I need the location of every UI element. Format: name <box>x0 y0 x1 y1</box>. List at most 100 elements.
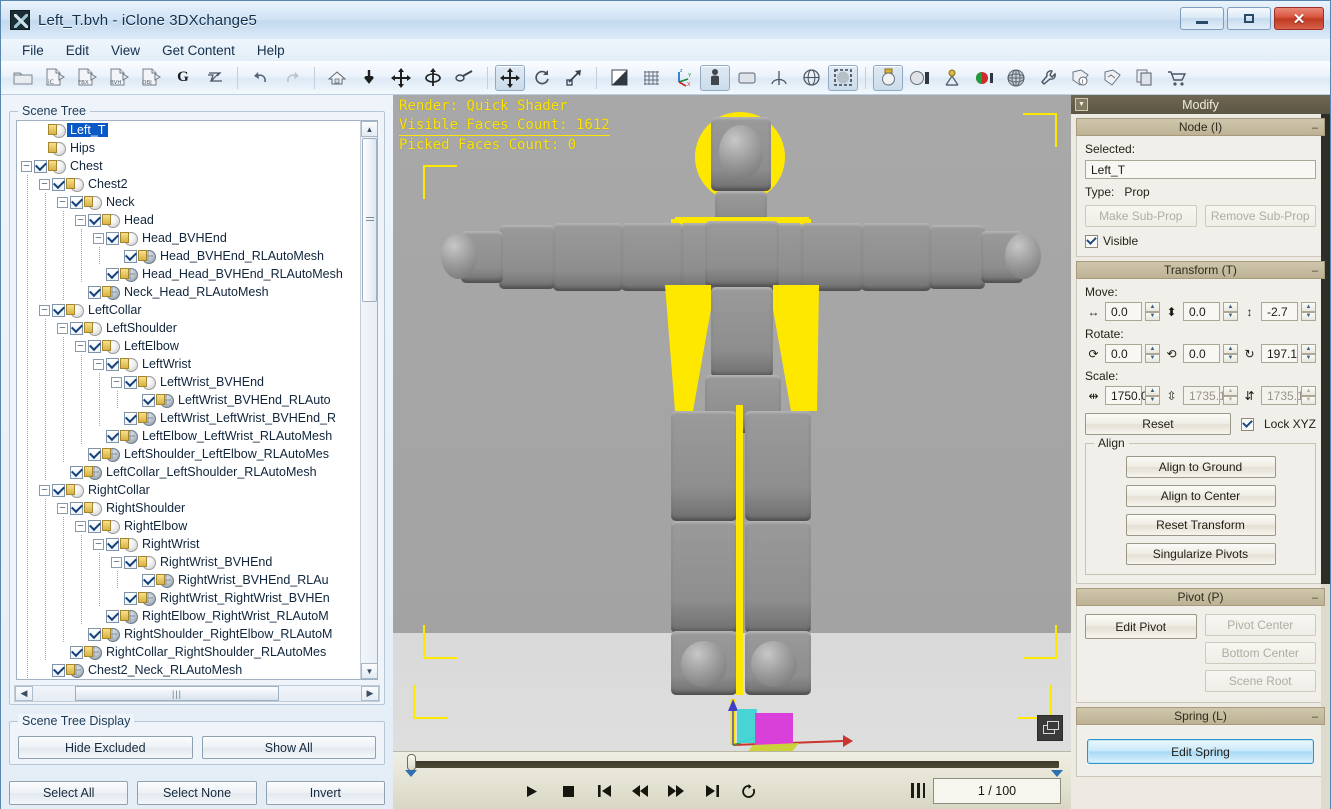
scene-tree-item[interactable]: RightWrist_BVHEnd_RLAu <box>17 571 363 589</box>
rotate-z-spinner[interactable]: ▲ ▼ <box>1301 344 1316 363</box>
export-bvh-icon[interactable]: BVH <box>104 65 134 91</box>
wireframe-globe-icon[interactable] <box>1001 65 1031 91</box>
scene-tree-item[interactable]: Hips <box>17 139 363 157</box>
reset-button[interactable]: Reset <box>1085 413 1231 435</box>
tree-checkbox[interactable] <box>106 609 119 623</box>
skip-to-end-icon[interactable] <box>699 780 725 802</box>
scene-tree-item[interactable]: – Head <box>17 211 363 229</box>
transform-move-icon[interactable] <box>495 64 525 91</box>
move-z-spinner[interactable]: ▲ ▼ <box>1301 302 1316 321</box>
scene-tree-item[interactable]: – Neck <box>17 193 363 211</box>
image-icon[interactable] <box>1097 65 1127 91</box>
scene-tree-item[interactable]: – RightWrist <box>17 535 363 553</box>
tree-checkbox[interactable] <box>106 429 119 443</box>
scene-tree-item[interactable]: – RightElbow <box>17 517 363 535</box>
tree-collapse-icon[interactable]: – <box>57 322 68 334</box>
ground-snap-icon[interactable] <box>354 65 384 91</box>
tree-collapse-icon[interactable]: – <box>75 340 86 352</box>
scene-tree-item[interactable]: – RightWrist_BVHEnd <box>17 553 363 571</box>
tree-checkbox[interactable] <box>70 501 83 515</box>
scene-tree-item[interactable]: LeftElbow_LeftWrist_RLAutoMesh <box>17 427 363 445</box>
scale-x-spinner[interactable]: ▲ ▼ <box>1145 386 1160 405</box>
tree-checkbox[interactable] <box>52 303 65 317</box>
tree-collapse-icon[interactable]: – <box>75 214 86 226</box>
tree-collapse-icon[interactable]: – <box>21 160 32 172</box>
scene-root-button[interactable]: Scene Root <box>1204 670 1316 692</box>
tree-collapse-icon[interactable]: – <box>93 358 104 370</box>
viewport-3d[interactable]: Render: Quick Shader Visible Faces Count… <box>393 95 1071 751</box>
scale-z-field[interactable]: 1735.1 <box>1261 386 1304 405</box>
lock-xyz-checkbox[interactable] <box>1240 417 1254 431</box>
scene-tree-item[interactable]: – RightCollar <box>17 481 363 499</box>
move-x-field[interactable]: 0.0 <box>1105 302 1142 321</box>
timeline-playhead[interactable] <box>407 754 416 771</box>
hscroll-thumb[interactable]: ||| <box>75 686 279 701</box>
pick-tool-icon[interactable] <box>450 65 480 91</box>
axis-toggle-icon[interactable]: zYX <box>668 65 698 91</box>
diffuse-map-icon[interactable] <box>873 64 903 91</box>
backdrop-icon[interactable] <box>732 65 762 91</box>
tree-collapse-icon[interactable]: – <box>111 556 122 568</box>
settings-wrench-icon[interactable] <box>1033 65 1063 91</box>
scroll-down-icon[interactable]: ▼ <box>361 663 377 679</box>
scene-tree-item[interactable]: Head_Head_BVHEnd_RLAutoMesh <box>17 265 363 283</box>
tree-checkbox[interactable] <box>88 285 101 299</box>
hide-excluded-button[interactable]: Hide Excluded <box>18 736 193 759</box>
scale-x-field[interactable]: 1750.0 <box>1105 386 1148 405</box>
tree-collapse-icon[interactable]: – <box>39 484 50 496</box>
singularize-pivots-button[interactable]: Singularize Pivots <box>1125 543 1276 565</box>
section-minimize-icon[interactable]: – <box>1312 122 1318 134</box>
menu-item-edit[interactable]: Edit <box>55 41 100 60</box>
scene-tree-item[interactable]: RightShoulder_RightElbow_RLAutoM <box>17 625 363 643</box>
tree-checkbox[interactable] <box>124 375 137 389</box>
batch-convert-icon[interactable] <box>200 65 230 91</box>
invert-button[interactable]: Invert <box>265 781 385 805</box>
section-minimize-icon[interactable]: – <box>1312 711 1318 723</box>
maximize-button[interactable] <box>1227 7 1271 30</box>
tree-checkbox[interactable] <box>88 339 101 353</box>
rotate-z-field[interactable]: 197.1 <box>1261 344 1298 363</box>
scene-tree-item[interactable]: – Chest2 <box>17 175 363 193</box>
edit-spring-button[interactable]: Edit Spring <box>1087 739 1314 764</box>
frame-counter[interactable]: 1 / 100 <box>933 778 1061 804</box>
timeline-track[interactable] <box>409 761 1059 768</box>
tree-checkbox[interactable] <box>70 195 83 209</box>
rotate-tool-icon[interactable] <box>418 65 448 91</box>
scale-z-spinner[interactable]: ▲ ▼ <box>1301 386 1316 405</box>
scene-tree-item[interactable]: LeftWrist_LeftWrist_BVHEnd_R <box>17 409 363 427</box>
info-icon[interactable]: i <box>1065 65 1095 91</box>
export-fbx-icon[interactable]: FBX <box>72 65 102 91</box>
globe-icon[interactable] <box>796 65 826 91</box>
tree-checkbox[interactable] <box>124 555 137 569</box>
scene-tree-vertical-scrollbar[interactable]: ▲ ▼ <box>360 121 377 679</box>
tree-checkbox[interactable] <box>88 627 101 641</box>
move-x-spinner[interactable]: ▲ ▼ <box>1145 302 1160 321</box>
tree-collapse-icon[interactable]: – <box>111 376 122 388</box>
edit-pivot-button[interactable]: Edit Pivot <box>1085 614 1197 639</box>
scene-tree-item[interactable]: RightElbow_RightWrist_RLAutoM <box>17 607 363 625</box>
color-picker-icon[interactable] <box>969 65 999 91</box>
scene-tree-item[interactable]: – LeftWrist_BVHEnd <box>17 373 363 391</box>
menu-item-help[interactable]: Help <box>246 41 296 60</box>
remove-sub-prop-button[interactable]: Remove Sub-Prop <box>1204 205 1316 227</box>
scroll-left-icon[interactable]: ◀ <box>15 686 33 701</box>
select-all-button[interactable]: Select All <box>9 781 129 805</box>
fast-forward-icon[interactable] <box>663 780 689 802</box>
stop-icon[interactable] <box>555 780 581 802</box>
tree-collapse-icon[interactable]: – <box>93 232 104 244</box>
skip-to-start-icon[interactable] <box>591 780 617 802</box>
transform-section-header[interactable]: Transform (T) – <box>1076 261 1325 279</box>
rotate-y-spinner[interactable]: ▲ ▼ <box>1223 344 1238 363</box>
tree-checkbox[interactable] <box>88 213 101 227</box>
selected-node-field[interactable]: Left_T <box>1085 160 1316 179</box>
bone-setup-icon[interactable] <box>937 65 967 91</box>
timeline-slider[interactable] <box>403 754 1063 777</box>
select-region-icon[interactable] <box>828 64 858 91</box>
scene-tree-item[interactable]: – LeftCollar <box>17 301 363 319</box>
tree-checkbox[interactable] <box>88 519 101 533</box>
tree-checkbox[interactable] <box>70 465 83 479</box>
tree-checkbox[interactable] <box>52 663 65 677</box>
timeline-bars-icon[interactable] <box>911 783 925 798</box>
reset-transform-button[interactable]: Reset Transform <box>1125 514 1276 536</box>
make-sub-prop-button[interactable]: Make Sub-Prop <box>1085 205 1197 227</box>
